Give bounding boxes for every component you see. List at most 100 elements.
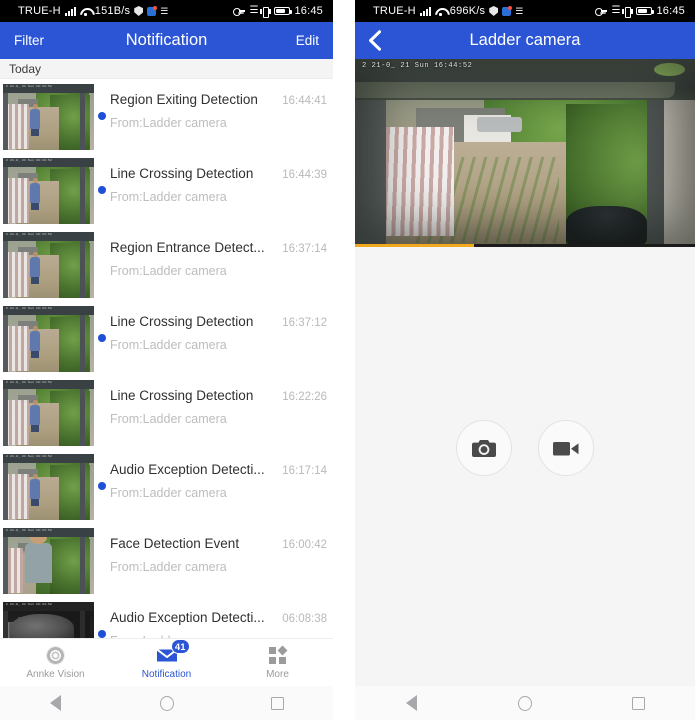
notification-source: From:Ladder camera (110, 116, 227, 130)
tab-annke-vision[interactable]: Annke Vision (0, 646, 111, 680)
notification-text-block: Audio Exception Detecti... 16:17:14 From:L… (110, 453, 333, 500)
bottom-tab-bar[interactable]: Annke Vision 41 Notification More (0, 638, 333, 686)
unread-indicator-slot (94, 157, 110, 223)
notification-thumbnail[interactable]: 2 21-0_ 21 Sun 16:44:52 (3, 380, 94, 446)
thumbnail-scene (3, 602, 94, 638)
vibrate-icon (260, 6, 270, 18)
notification-time: 16:44:41 (282, 95, 327, 107)
section-header-today: Today (0, 59, 333, 79)
record-button[interactable] (538, 420, 594, 476)
android-back-button[interactable] (384, 695, 440, 711)
recents-icon (271, 696, 284, 710)
notification-badge: 41 (170, 638, 190, 654)
notification-list[interactable]: 2 21-0_ 21 Sun 16:44:52 Region Exiting De… (0, 79, 333, 638)
notification-source: From:Ladder camera (110, 338, 227, 352)
notification-title-row: Line Crossing Detection 16:44:39 (110, 166, 327, 181)
notification-time: 16:00:42 (282, 539, 327, 551)
notification-item[interactable]: 2 21-0_ 21 Sun 16:44:52 Audio Exception D… (0, 597, 333, 638)
android-home-button[interactable] (497, 695, 553, 711)
thumbnail-scene (3, 306, 94, 372)
unread-indicator-slot (94, 231, 110, 297)
notification-title: Line Crossing Detection (110, 388, 254, 403)
android-back-button[interactable] (28, 695, 84, 711)
edit-button[interactable]: Edit (282, 33, 333, 48)
back-button[interactable] (355, 22, 393, 59)
notification-title: Face Detection Event (110, 536, 240, 551)
snapshot-button[interactable] (456, 420, 512, 476)
video-progress-bar[interactable] (355, 244, 695, 247)
unread-indicator-slot (94, 601, 110, 638)
thumbnail-scene (3, 232, 94, 298)
tab-more[interactable]: More (222, 645, 333, 680)
notification-title-row: Audio Exception Detecti... 06:08:38 (110, 610, 327, 625)
back-icon (50, 695, 61, 711)
tab-icon-wrap (46, 646, 65, 666)
right-android-nav-bar[interactable] (355, 686, 695, 720)
status-bar-right-group: ☰ 16:45 (595, 5, 695, 18)
notification-title-row: Line Crossing Detection 16:37:12 (110, 314, 327, 329)
status-bar-left-group: TRUE-H 696K/s ☰ (355, 5, 526, 17)
notification-thumbnail[interactable]: 2 21-0_ 21 Sun 16:44:52 (3, 84, 94, 150)
notification-time: 16:37:14 (282, 243, 327, 255)
unread-dot (98, 186, 106, 194)
left-android-nav-bar[interactable] (0, 686, 333, 720)
filter-button[interactable]: Filter (0, 33, 58, 48)
vibrate-icon (622, 6, 632, 18)
notification-title: Region Exiting Detection (110, 92, 258, 107)
android-home-button[interactable] (139, 695, 195, 711)
notification-item[interactable]: 2 21-0_ 21 Sun 16:44:52 Line Crossing Det… (0, 375, 333, 449)
notification-text-block: Line Crossing Detection 16:37:12 From:Ladd… (110, 305, 333, 352)
notification-thumbnail[interactable]: 2 21-0_ 21 Sun 16:44:52 (3, 158, 94, 224)
thumbnail-scene (3, 158, 94, 224)
bluetooth-icon: ☰ (249, 5, 259, 16)
unread-dot (98, 482, 106, 490)
camera-title: Ladder camera (469, 31, 581, 49)
thumbnail-timestamp: 2 21-0_ 21 Sun 16:44:52 (6, 159, 53, 162)
status-bar-right-group: ☰ 16:45 (233, 5, 333, 18)
notification-app-bar: Filter Notification Edit (0, 22, 333, 59)
notification-item[interactable]: 2 21-0_ 21 Sun 16:44:52 Line Crossing Det… (0, 153, 333, 227)
key-icon (233, 7, 246, 16)
chevron-left-icon (368, 30, 381, 51)
status-bar-left-group: TRUE-H 151B/s ☰ (0, 5, 171, 17)
notification-time: 16:22:26 (282, 391, 327, 403)
unread-dot (98, 112, 106, 120)
tab-icon-wrap (269, 645, 288, 666)
notification-thumbnail[interactable]: 2 21-0_ 21 Sun 16:44:52 (3, 602, 94, 638)
notification-item[interactable]: 2 21-0_ 21 Sun 16:44:52 Face Detection Ev… (0, 523, 333, 597)
thumbnail-timestamp: 2 21-0_ 21 Sun 16:44:52 (6, 529, 53, 532)
notification-title-row: Line Crossing Detection 16:22:26 (110, 388, 327, 403)
tab-notification[interactable]: 41 Notification (111, 638, 222, 680)
thumbnail-timestamp: 2 21-0_ 21 Sun 16:44:52 (6, 455, 53, 458)
unread-indicator-slot (94, 379, 110, 445)
notification-item[interactable]: 2 21-0_ 21 Sun 16:44:52 Region Exiting De… (0, 79, 333, 153)
video-timestamp-overlay: 2 21-0_ 21 Sun 16:44:52 (362, 62, 473, 70)
carrier-label: TRUE-H (373, 5, 416, 17)
notification-text-block: Region Entrance Detect... 16:37:14 From:La… (110, 231, 333, 278)
android-recents-button[interactable] (250, 696, 306, 710)
notification-time: 16:37:12 (282, 317, 327, 329)
unread-dot (98, 630, 106, 638)
unread-dot (98, 334, 106, 342)
notification-item[interactable]: 2 21-0_ 21 Sun 16:44:52 Region Entrance D… (0, 227, 333, 301)
notification-thumbnail[interactable]: 2 21-0_ 21 Sun 16:44:52 (3, 454, 94, 520)
notification-thumbnail[interactable]: 2 21-0_ 21 Sun 16:44:52 (3, 232, 94, 298)
notification-item[interactable]: 2 21-0_ 21 Sun 16:44:52 Audio Exception D… (0, 449, 333, 523)
notification-title: Audio Exception Detecti... (110, 610, 265, 625)
wifi-icon (435, 7, 446, 16)
notification-text-block: Line Crossing Detection 16:44:39 From:Ladd… (110, 157, 333, 204)
notification-thumbnail[interactable]: 2 21-0_ 21 Sun 16:44:52 (3, 528, 94, 594)
notification-thumbnail[interactable]: 2 21-0_ 21 Sun 16:44:52 (3, 306, 94, 372)
android-recents-button[interactable] (610, 696, 666, 710)
notification-time: 16:17:14 (282, 465, 327, 477)
unread-indicator-slot (94, 527, 110, 593)
video-camera-icon (553, 441, 579, 455)
app-icon (147, 5, 158, 16)
live-video-player[interactable]: 2 21-0_ 21 Sun 16:44:52 (355, 59, 695, 247)
notification-title: Audio Exception Detecti... (110, 462, 265, 477)
camera-lens-icon (46, 646, 65, 665)
tab-label: Notification (141, 668, 192, 680)
notification-item[interactable]: 2 21-0_ 21 Sun 16:44:52 Line Crossing Det… (0, 301, 333, 375)
notification-text-block: Audio Exception Detecti... 06:08:38 From:L… (110, 601, 333, 638)
recents-icon (631, 696, 645, 710)
